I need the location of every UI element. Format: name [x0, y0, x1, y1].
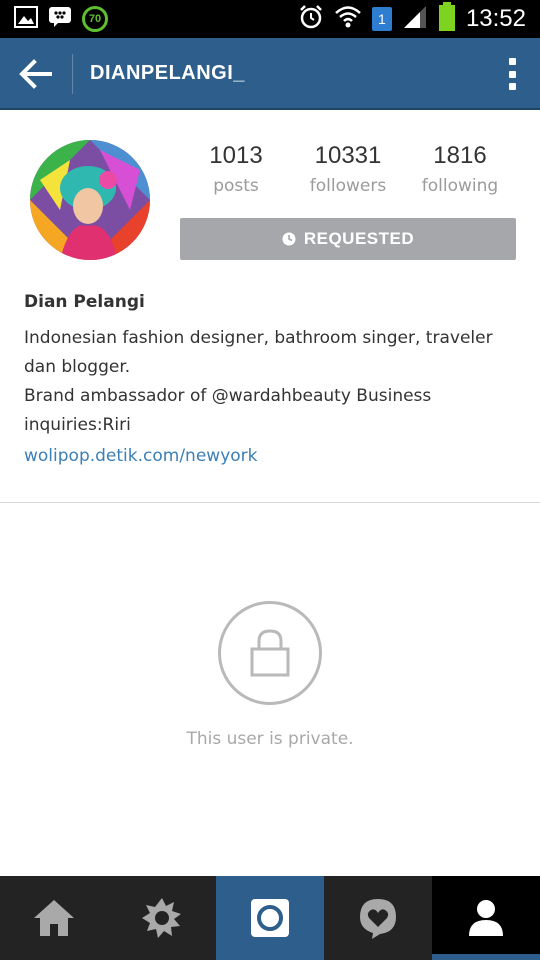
avatar[interactable] — [30, 140, 150, 260]
requested-label: REQUESTED — [303, 229, 415, 248]
nav-explore[interactable] — [108, 876, 216, 960]
stat-following-label: following — [421, 176, 499, 196]
lock-icon — [250, 629, 290, 677]
nav-activity[interactable] — [324, 876, 432, 960]
home-icon — [34, 900, 74, 936]
profile-name: Dian Pelangi — [24, 292, 145, 312]
bbm-icon — [48, 6, 72, 32]
back-button[interactable] — [0, 38, 72, 110]
image-icon — [14, 6, 38, 32]
battery-icon — [438, 2, 456, 36]
private-message: This user is private. — [186, 729, 354, 749]
profile-stats: 1013 posts 10331 followers 1816 followin… — [180, 142, 516, 212]
back-arrow-icon — [19, 59, 52, 89]
stat-followers[interactable]: 10331 followers — [292, 142, 404, 212]
bio-line: Brand ambassador of @wardahbeauty Busine… — [24, 386, 432, 406]
bio-line: Indonesian fashion designer, bathroom si… — [24, 328, 493, 348]
status-bar: 70 1 13:52 — [0, 0, 540, 38]
stat-following-value: 1816 — [433, 142, 487, 169]
clock-icon — [282, 232, 296, 246]
stat-followers-value: 10331 — [314, 142, 382, 169]
app-bar: DIANPELANGI_ — [0, 38, 540, 110]
divider — [0, 502, 540, 503]
nav-profile[interactable] — [432, 876, 540, 960]
private-lock-badge — [218, 601, 322, 705]
signal-icon — [402, 4, 428, 34]
app-bar-divider — [72, 54, 73, 94]
stat-posts[interactable]: 1013 posts — [180, 142, 292, 212]
status-left: 70 — [14, 6, 108, 32]
clock-time: 13:52 — [465, 5, 526, 32]
stat-posts-value: 1013 — [209, 142, 263, 169]
activity-icon — [360, 899, 396, 939]
overflow-menu-icon[interactable] — [502, 56, 522, 92]
stat-following[interactable]: 1816 following — [404, 142, 516, 212]
profile-bio: Dian Pelangi Indonesian fashion designer… — [24, 292, 524, 466]
website-link[interactable]: wolipop.detik.com/newyork — [24, 446, 524, 466]
stat-followers-label: followers — [309, 176, 387, 196]
profile-icon — [469, 900, 503, 936]
camera-icon — [251, 899, 289, 937]
alarm-icon — [298, 4, 324, 34]
wifi-icon — [334, 4, 362, 34]
battery-saver-icon: 70 — [82, 6, 108, 32]
bio-line: dan blogger. — [24, 357, 131, 377]
stat-posts-label: posts — [213, 176, 259, 196]
explore-icon — [142, 898, 181, 938]
status-right: 1 13:52 — [298, 2, 526, 36]
page-title: DIANPELANGI_ — [90, 62, 245, 84]
nav-camera[interactable] — [216, 876, 324, 960]
sim-badge: 1 — [371, 7, 392, 31]
nav-home[interactable] — [0, 876, 108, 960]
bottom-nav — [0, 876, 540, 960]
bio-line: inquiries:Riri — [24, 415, 131, 435]
requested-button[interactable]: REQUESTED — [180, 218, 516, 260]
